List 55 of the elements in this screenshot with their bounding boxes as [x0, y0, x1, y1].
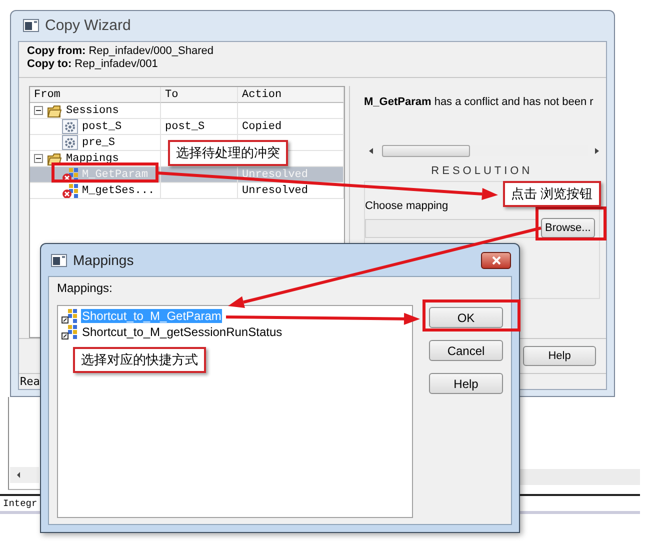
- collapse-icon[interactable]: [34, 106, 43, 115]
- conflict-message: M_GetParam has a conflict and has not been r: [364, 96, 594, 110]
- collapse-icon[interactable]: [34, 154, 43, 163]
- action-status: Copied: [242, 120, 282, 132]
- list-item[interactable]: Shortcut_to_M_getSessionRunStatus: [81, 325, 284, 339]
- copy-from-text: Copy from: Rep_infadev/000_Shared: [27, 45, 214, 58]
- item-name: post_S: [82, 120, 122, 132]
- help-button[interactable]: Help: [523, 346, 596, 366]
- horizontal-scrollbar[interactable]: [368, 144, 600, 157]
- horizontal-scrollbar[interactable]: [10, 467, 39, 483]
- action-status: Unresolved: [242, 184, 308, 196]
- gear-icon: [62, 135, 78, 150]
- shortcut-mapping-icon: [61, 308, 78, 324]
- section-heading: RESOLUTION: [430, 165, 534, 177]
- item-name: Mappings: [66, 152, 119, 164]
- column-header: To: [161, 87, 238, 103]
- close-button[interactable]: [481, 252, 511, 268]
- copy-to-text: Copy to: Rep_infadev/001: [27, 58, 159, 71]
- tree-row[interactable]: Sessions: [30, 103, 344, 119]
- dialog-button[interactable]: Help: [429, 373, 503, 394]
- item-name: M_getSes...: [82, 184, 155, 196]
- tree-row[interactable]: post_S post_S Copied: [30, 119, 344, 135]
- folder-icon: [47, 104, 62, 118]
- dialog-button[interactable]: Cancel: [429, 340, 503, 361]
- tree-row[interactable]: M_getSes... Unresolved: [30, 183, 344, 199]
- shortcut-mapping-icon: [61, 324, 78, 340]
- list-label: Mappings:: [57, 281, 114, 295]
- scroll-left-icon: [368, 146, 374, 154]
- gear-icon: [62, 119, 78, 134]
- conflict-mapping-icon: [62, 183, 78, 198]
- conflict-mapping-icon: [62, 167, 78, 182]
- callout-note: 点击 浏览按钮: [503, 181, 601, 207]
- target-name: post_S: [165, 120, 205, 132]
- callout-note: 选择对应的快捷方式: [73, 347, 206, 373]
- window-icon: [23, 18, 39, 32]
- scroll-right-icon: [594, 146, 600, 154]
- item-name: Sessions: [66, 104, 119, 116]
- dialog-button[interactable]: OK: [429, 307, 503, 328]
- window-title: Copy Wizard: [45, 16, 131, 34]
- close-icon: [492, 256, 500, 264]
- status-text: Integr: [3, 498, 38, 509]
- status-text: Rea: [20, 375, 40, 388]
- callout-note: 选择待处理的冲突: [168, 140, 288, 166]
- item-name: pre_S: [82, 136, 116, 148]
- action-status: Unresolved: [242, 168, 308, 180]
- field-label: Choose mapping: [365, 200, 450, 212]
- column-header: From: [30, 87, 161, 103]
- item-name: M_GetParam: [82, 168, 148, 180]
- mapping-field[interactable]: [365, 218, 537, 238]
- window-icon: [51, 254, 67, 266]
- column-header: Action: [238, 87, 344, 103]
- highlight-frame: [536, 206, 606, 240]
- browse-button[interactable]: Browse...: [541, 218, 595, 238]
- scroll-left-icon: [16, 471, 21, 479]
- dialog-title: Mappings: [73, 252, 135, 268]
